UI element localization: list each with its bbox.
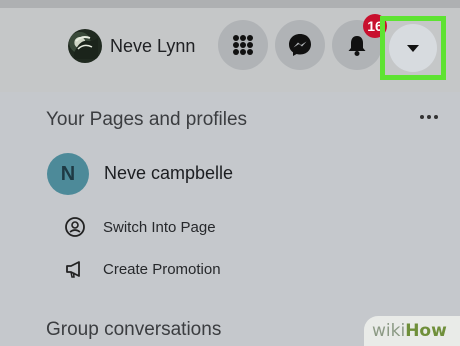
profile-avatar [68, 29, 102, 63]
watermark: wikiHow [364, 316, 460, 346]
group-conversations-title: Group conversations [46, 319, 222, 340]
top-navigation-bar: Neve Lynn 16 [0, 0, 460, 92]
create-promotion-item[interactable]: Create Promotion [103, 261, 221, 278]
profile-shortcut[interactable]: Neve Lynn [63, 25, 223, 67]
megaphone-icon [66, 261, 80, 278]
caret-down-icon [407, 45, 419, 52]
switch-into-page-item[interactable]: Switch Into Page [103, 219, 216, 236]
menu-grid-icon [233, 35, 253, 55]
messenger-icon [289, 34, 311, 56]
account-menu-button[interactable] [389, 24, 437, 72]
page-avatar[interactable]: N [47, 153, 89, 195]
more-options-icon[interactable] [418, 111, 440, 123]
browser-edge [0, 0, 460, 8]
pages-section-title: Your Pages and profiles [46, 109, 248, 130]
watermark-part2: How [405, 321, 447, 341]
page-name[interactable]: Neve campbelle [104, 163, 233, 184]
watermark-part1: wiki [372, 321, 406, 341]
switch-profile-icon [65, 217, 85, 237]
messenger-button[interactable] [275, 20, 325, 70]
profile-name: Neve Lynn [110, 36, 196, 56]
menu-button[interactable] [218, 20, 268, 70]
